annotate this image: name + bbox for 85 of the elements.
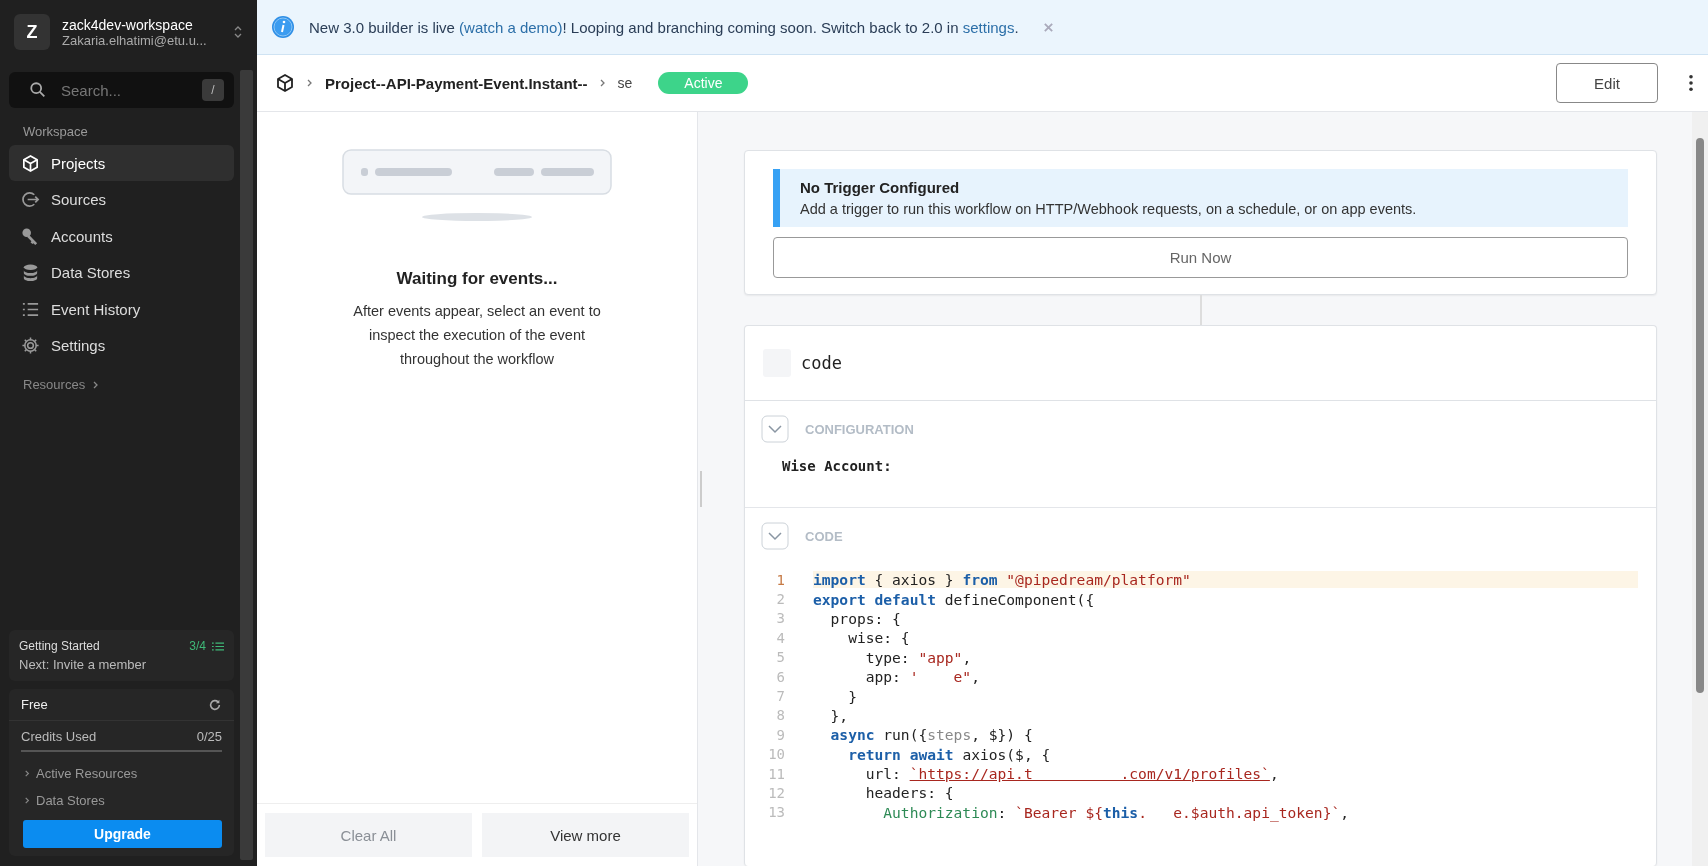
edit-button[interactable]: Edit: [1556, 63, 1658, 103]
breadcrumb-item[interactable]: Project--API-Payment-Event.Instant--: [325, 74, 588, 92]
code-line: wise: {: [847, 629, 911, 647]
arrow-circle-icon: [21, 190, 40, 210]
field-label: Wise Account:: [782, 458, 892, 474]
nav-item[interactable]: Sources: [9, 181, 234, 218]
credits-label: Credits Used: [21, 729, 97, 744]
scrollbar[interactable]: [1692, 112, 1708, 866]
line-number: 9: [775, 726, 786, 743]
line-number: 11: [767, 765, 786, 782]
alert-title: No Trigger Configured: [800, 179, 961, 196]
workspace-avatar: Z: [14, 14, 50, 50]
line-number: 7: [775, 688, 786, 705]
chevron-icon: [23, 796, 32, 805]
list-icon: [212, 640, 224, 652]
refresh-icon[interactable]: [208, 697, 222, 712]
section-label: Workspace: [23, 124, 89, 139]
search-field[interactable]: Search...: [59, 80, 190, 100]
banner-link[interactable]: settings: [962, 18, 1015, 36]
card-title: Getting Started: [19, 639, 101, 653]
alert-text: Add a trigger to run this workflow on HTTP/Webhook requests, on a schedule, or on app events.: [800, 201, 1418, 217]
key-icon: [21, 226, 40, 246]
code-line: export default defineComponent({: [813, 590, 1096, 608]
breadcrumb-item[interactable]: se: [617, 75, 633, 91]
workspace-name[interactable]: zack4dev-workspace: [62, 16, 221, 33]
resources-link[interactable]: Resources: [23, 374, 102, 395]
plan-name: Free: [21, 697, 48, 712]
empty-state-title: Waiting for events...: [396, 269, 558, 289]
line-number: 2: [775, 591, 786, 608]
run-now-button[interactable]: Run Now: [773, 237, 1628, 278]
resize-handle[interactable]: [700, 471, 702, 507]
nav-item[interactable]: Data Stores: [9, 254, 234, 291]
code-line: props: {: [829, 609, 902, 627]
event-action-button[interactable]: View more: [482, 813, 689, 857]
credits-count: 0/25: [196, 729, 222, 744]
collapse-toggle-icon[interactable]: [761, 415, 789, 443]
code-line: headers: {: [864, 784, 955, 802]
close-icon[interactable]: [1042, 21, 1054, 33]
code-line: async run({steps, $}) {: [829, 726, 1034, 744]
banner-message: New 3.0 builder is live (watch a demo)! Looping and branching coming soon. Switch back to 2.0 in settings.: [309, 18, 1019, 36]
line-number: 5: [775, 649, 786, 666]
code-line: app: ' e",: [864, 668, 981, 686]
cube-icon[interactable]: [275, 73, 295, 93]
line-number: 1: [775, 571, 786, 588]
code-line: }: [847, 687, 858, 705]
code-line: url: `https://api.t .com/v1/profiles`,: [864, 765, 1280, 783]
code-line: },: [829, 706, 850, 724]
nav-item[interactable]: Event History: [9, 291, 234, 328]
nav-item[interactable]: Projects: [9, 145, 234, 181]
expand-icon[interactable]: [233, 24, 243, 40]
line-number: 12: [767, 785, 786, 801]
section-heading: CONFIGURATION: [805, 421, 914, 437]
more-options-icon[interactable]: [1688, 74, 1694, 92]
chevron-icon: [23, 769, 32, 778]
cube-icon: [21, 153, 40, 173]
info-icon: [271, 15, 295, 39]
nav-item[interactable]: Settings: [9, 327, 234, 364]
line-number: 8: [775, 707, 786, 724]
banner-link[interactable]: (watch a demo): [459, 18, 563, 36]
code-line: type: "app",: [864, 648, 973, 666]
next-step-text: Next: Invite a member: [19, 657, 148, 672]
expandable-link[interactable]: Active Resources: [9, 760, 150, 787]
getting-started-card[interactable]: Getting Started 3/4 Next: Invite a member: [9, 630, 234, 681]
database-icon: [21, 263, 40, 283]
step-name[interactable]: code: [801, 353, 842, 373]
line-number: 10: [767, 746, 786, 763]
line-number: 3: [775, 610, 786, 627]
search-bar[interactable]: Search... /: [9, 72, 234, 108]
line-number: 13: [767, 804, 786, 821]
expandable-link[interactable]: Data Stores: [9, 787, 117, 814]
progress-count: 3/4: [189, 639, 206, 653]
line-number: 6: [775, 668, 786, 685]
nav-item[interactable]: Accounts: [9, 218, 234, 255]
settings-icon: [21, 336, 40, 356]
shortcut-key: /: [202, 79, 224, 101]
code-line: return await axios($, {: [847, 745, 1052, 763]
search-icon: [29, 81, 47, 99]
status-badge: Active: [658, 72, 749, 94]
collapse-toggle-icon[interactable]: [761, 522, 789, 550]
empty-state-description: After events appear, select an event to inspect the execution of the event throughout the workflow: [352, 302, 602, 369]
code-line: Authorization: `Bearer ${this. e.$auth.api_token}`,: [882, 803, 1350, 821]
section-heading: CODE: [805, 528, 843, 544]
scrollbar[interactable]: [240, 70, 253, 860]
line-number: 4: [775, 629, 786, 646]
workspace-email: Zakaria.elhatimi@etu.u...: [62, 32, 208, 48]
